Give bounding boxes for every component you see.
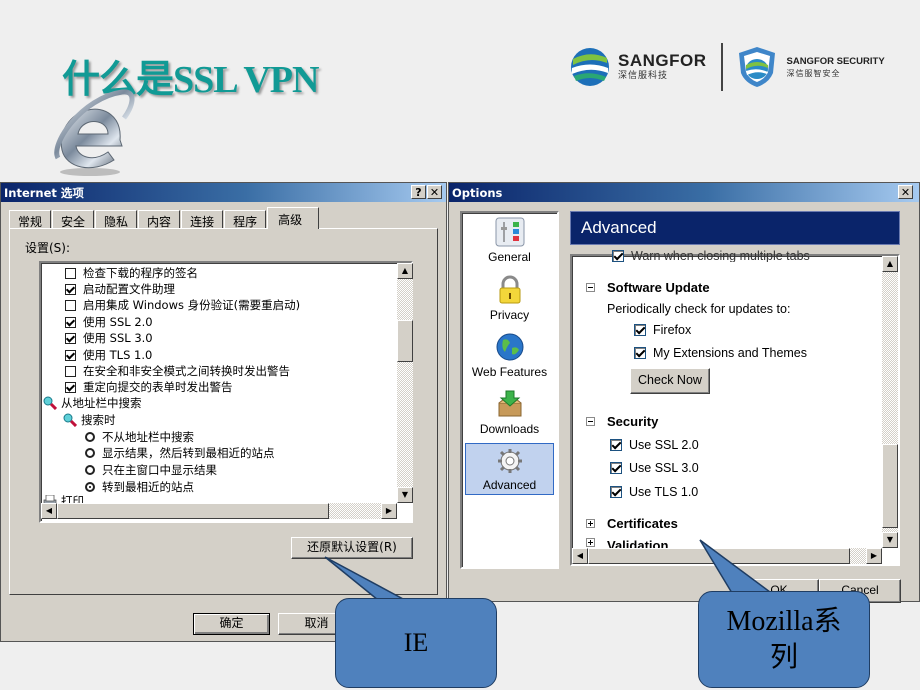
tab-advanced[interactable]: 高级 — [267, 207, 320, 229]
mozilla-callout: Mozilla系列 — [698, 591, 870, 688]
ie-callout: IE — [335, 598, 497, 688]
ie-callout-pointer — [324, 556, 406, 601]
mozilla-callout-pointer — [699, 539, 781, 599]
callout-pointers — [324, 539, 781, 601]
